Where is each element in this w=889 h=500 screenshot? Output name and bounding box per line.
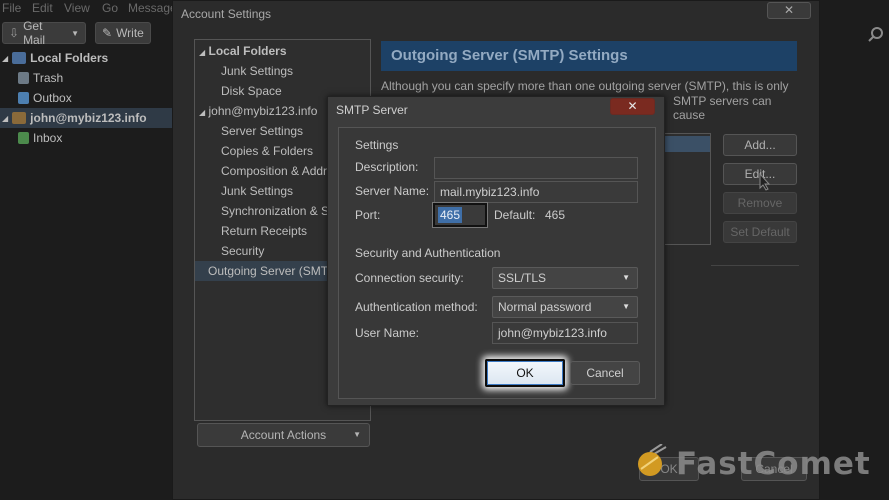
set-default-button[interactable]: Set Default: [723, 221, 797, 243]
default-port-value: 465: [545, 208, 566, 222]
fastcomet-logo-icon: [636, 443, 670, 478]
download-icon: ⇩: [9, 26, 20, 40]
chevron-down-icon: ▼: [622, 273, 630, 282]
security-heading: Security and Authentication: [355, 246, 501, 260]
tree-item-local-folders[interactable]: ◢ Local Folders: [199, 41, 287, 61]
pencil-icon: ✎: [102, 26, 113, 40]
tree-item-junk-settings-2[interactable]: Junk Settings: [221, 181, 293, 201]
menu-go[interactable]: Go: [102, 1, 118, 15]
folder-inbox[interactable]: Inbox: [18, 128, 62, 148]
username-field[interactable]: john@mybiz123.info: [492, 322, 638, 344]
folder-local-folders[interactable]: ◢ Local Folders: [2, 48, 108, 68]
expand-icon: ◢: [199, 108, 206, 117]
outbox-icon: [18, 92, 29, 104]
dialog-title: SMTP Server: [336, 103, 408, 117]
port-field[interactable]: 465: [432, 202, 488, 228]
dialog-close-button[interactable]: ✕: [610, 98, 655, 115]
write-button[interactable]: ✎ Write: [95, 22, 151, 44]
account-actions-button[interactable]: Account Actions ▼: [197, 423, 370, 447]
folder-outbox[interactable]: Outbox: [18, 88, 72, 108]
tree-item-return-receipts[interactable]: Return Receipts: [221, 221, 307, 241]
chevron-down-icon: ▼: [353, 430, 361, 439]
watermark-text: FastComet: [676, 446, 871, 482]
ok-button[interactable]: OK: [485, 359, 565, 387]
expand-icon: ◢: [2, 113, 9, 123]
server-name-label: Server Name:: [355, 184, 430, 198]
divider: [711, 265, 799, 266]
menu-file[interactable]: File: [2, 1, 21, 15]
computer-icon: [12, 52, 27, 64]
chevron-down-icon: ▼: [71, 28, 79, 38]
inbox-icon: [18, 132, 29, 144]
chevron-down-icon: ▼: [622, 302, 630, 311]
description-field[interactable]: [434, 157, 638, 179]
folder-account[interactable]: ◢ john@mybiz123.info: [0, 108, 176, 128]
smtp-settings-header: Outgoing Server (SMTP) Settings: [381, 41, 797, 71]
settings-heading: Settings: [355, 138, 399, 152]
tree-item-junk-settings[interactable]: Junk Settings: [221, 61, 293, 81]
add-button[interactable]: Add...: [723, 134, 797, 156]
port-value: 465: [438, 207, 463, 223]
window-title: Account Settings: [181, 7, 272, 21]
get-mail-button[interactable]: ⇩ Get Mail ▼: [2, 19, 86, 47]
expand-icon: ◢: [199, 48, 206, 57]
default-label: Default:: [494, 208, 536, 222]
close-icon: ✕: [627, 99, 638, 113]
description-label: Description:: [355, 160, 419, 174]
folder-pane: ◢ Local Folders Trash Outbox ◢ john@mybi…: [0, 48, 176, 148]
auth-method-label: Authentication method:: [355, 300, 478, 314]
folder-trash[interactable]: Trash: [18, 68, 63, 88]
mail-account-icon: [12, 112, 27, 124]
close-button[interactable]: ✕: [767, 2, 811, 19]
port-label: Port:: [355, 208, 381, 222]
menubar: File Edit View Go Message: [0, 0, 180, 18]
trash-icon: [18, 72, 29, 84]
tree-item-security[interactable]: Security: [221, 241, 264, 261]
mouse-cursor-icon: [759, 172, 771, 194]
server-name-field[interactable]: mail.mybiz123.info: [434, 181, 638, 203]
expand-icon: ◢: [2, 53, 9, 63]
search-icon[interactable]: [867, 26, 885, 44]
watermark: FastComet: [636, 432, 876, 492]
tree-item-account[interactable]: ◢ john@mybiz123.info: [199, 101, 317, 121]
connection-security-label: Connection security:: [355, 271, 464, 285]
close-icon: ✕: [783, 3, 795, 17]
main-toolbar: ⇩ Get Mail ▼ ✎ Write: [0, 19, 180, 48]
menu-view[interactable]: View: [64, 1, 90, 15]
auth-method-select[interactable]: Normal password ▼: [492, 296, 638, 318]
tree-item-copies-folders[interactable]: Copies & Folders: [221, 141, 313, 161]
username-label: User Name:: [355, 326, 420, 340]
tree-item-disk-space[interactable]: Disk Space: [221, 81, 282, 101]
menu-edit[interactable]: Edit: [32, 1, 53, 15]
smtp-server-dialog: SMTP Server ✕ Settings Description: Serv…: [327, 96, 665, 406]
tree-item-server-settings[interactable]: Server Settings: [221, 121, 303, 141]
cancel-button[interactable]: Cancel: [570, 361, 640, 385]
menu-message[interactable]: Message: [128, 1, 177, 15]
remove-button[interactable]: Remove: [723, 192, 797, 214]
connection-security-select[interactable]: SSL/TLS ▼: [492, 267, 638, 289]
